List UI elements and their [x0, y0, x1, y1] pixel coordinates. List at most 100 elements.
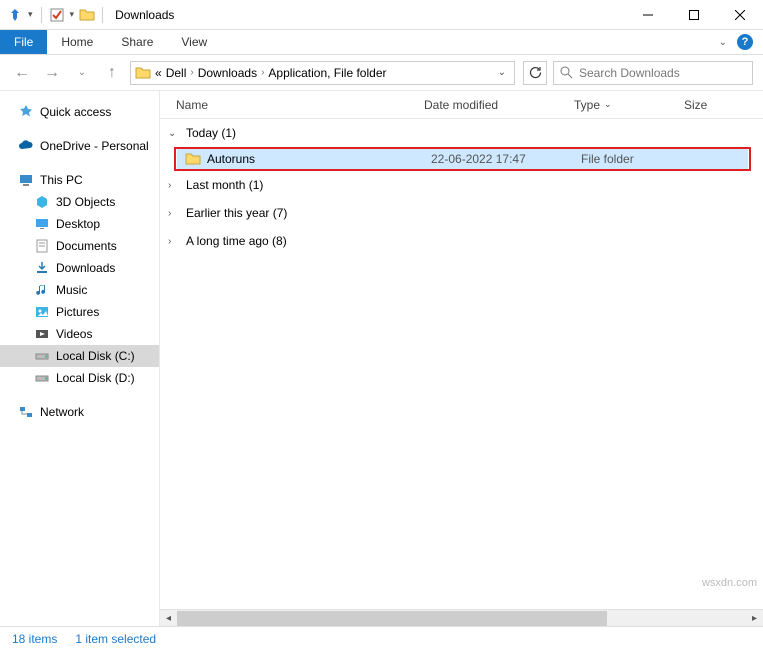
tab-file[interactable]: File [0, 30, 47, 54]
sidebar-item-onedrive[interactable]: OneDrive - Personal [0, 135, 159, 157]
tab-home[interactable]: Home [47, 30, 107, 54]
forward-button[interactable]: → [40, 61, 64, 85]
cube-icon [34, 194, 50, 210]
column-header-name[interactable]: Name [176, 91, 424, 118]
close-button[interactable] [717, 0, 763, 30]
group-label: Earlier this year (7) [186, 206, 287, 220]
group-earlier-this-year[interactable]: › Earlier this year (7) [160, 199, 763, 227]
chevron-right-icon: › [168, 236, 180, 247]
qat-properties-icon[interactable] [48, 4, 66, 26]
refresh-button[interactable] [523, 61, 547, 85]
item-name: Autoruns [207, 152, 431, 166]
group-today[interactable]: ⌄ Today (1) [160, 119, 763, 147]
column-header-type[interactable]: Type⌄ [574, 91, 684, 118]
scroll-thumb[interactable] [177, 611, 607, 626]
list-item-highlight: Autoruns 22-06-2022 17:47 File folder [174, 147, 751, 171]
breadcrumb-lead[interactable]: « [155, 66, 162, 80]
up-button[interactable]: ↑ [100, 61, 124, 85]
qat-dropdown-icon[interactable]: ▾ [26, 9, 35, 20]
navigation-bar: ← → ⌄ ↑ « Dell › Downloads › Application… [0, 55, 763, 91]
minimize-button[interactable] [625, 0, 671, 30]
sidebar-item-label: Local Disk (C:) [56, 349, 135, 363]
group-long-time-ago[interactable]: › A long time ago (8) [160, 227, 763, 255]
list-item[interactable]: Autoruns 22-06-2022 17:47 File folder [177, 149, 748, 169]
sidebar-item-this-pc[interactable]: This PC [0, 169, 159, 191]
chevron-right-icon[interactable]: › [261, 67, 264, 78]
title-bar: ▾ ▾ Downloads [0, 0, 763, 30]
group-label: Today (1) [186, 126, 236, 140]
search-icon [560, 66, 573, 79]
address-folder-icon [135, 65, 151, 81]
chevron-right-icon[interactable]: › [190, 67, 193, 78]
pc-icon [18, 172, 34, 188]
chevron-down-icon: ⌄ [604, 99, 612, 110]
sidebar-item-music[interactable]: Music [0, 279, 159, 301]
desktop-icon [34, 216, 50, 232]
sidebar-item-label: OneDrive - Personal [40, 139, 149, 153]
search-input[interactable]: Search Downloads [553, 61, 753, 85]
music-icon [34, 282, 50, 298]
recent-dropdown-icon[interactable]: ⌄ [70, 61, 94, 85]
star-icon [18, 104, 34, 120]
horizontal-scrollbar[interactable]: ◂ ▸ [160, 609, 763, 626]
chevron-right-icon: › [168, 208, 180, 219]
sidebar-item-label: This PC [40, 173, 83, 187]
sidebar-item-disk-c[interactable]: Local Disk (C:) [0, 345, 159, 367]
item-date: 22-06-2022 17:47 [431, 152, 581, 166]
sidebar-item-label: Videos [56, 327, 92, 341]
sidebar-item-downloads[interactable]: Downloads [0, 257, 159, 279]
address-bar[interactable]: « Dell › Downloads › Application, File f… [130, 61, 515, 85]
breadcrumb-application[interactable]: Application, File folder [268, 66, 386, 80]
drive-icon [34, 348, 50, 364]
sidebar-item-pictures[interactable]: Pictures [0, 301, 159, 323]
folder-icon [185, 151, 201, 167]
sidebar-item-label: 3D Objects [56, 195, 115, 209]
breadcrumb-downloads[interactable]: Downloads [198, 66, 257, 80]
group-last-month[interactable]: › Last month (1) [160, 171, 763, 199]
chevron-down-icon: ⌄ [168, 128, 180, 139]
sidebar-item-documents[interactable]: Documents [0, 235, 159, 257]
column-headers: Name Date modified Type⌄ Size [160, 91, 763, 119]
status-item-count: 18 items [12, 632, 57, 646]
sidebar-item-quick-access[interactable]: Quick access [0, 101, 159, 123]
column-header-size[interactable]: Size [684, 91, 763, 118]
content-pane: Name Date modified Type⌄ Size ⌄ Today (1… [160, 91, 763, 626]
cloud-icon [18, 138, 34, 154]
sidebar-item-desktop[interactable]: Desktop [0, 213, 159, 235]
qat-pin-icon[interactable] [6, 4, 24, 26]
scroll-left-icon[interactable]: ◂ [160, 610, 177, 627]
status-selected-count: 1 item selected [75, 632, 156, 646]
breadcrumb-dell[interactable]: Dell [166, 66, 187, 80]
scroll-right-icon[interactable]: ▸ [746, 610, 763, 627]
tab-view[interactable]: View [167, 30, 221, 54]
item-type: File folder [581, 152, 691, 166]
sidebar-item-disk-d[interactable]: Local Disk (D:) [0, 367, 159, 389]
status-bar: 18 items 1 item selected [0, 626, 763, 650]
navigation-pane: Quick access OneDrive - Personal This PC… [0, 91, 160, 626]
download-icon [34, 260, 50, 276]
back-button[interactable]: ← [10, 61, 34, 85]
ribbon-expand-icon[interactable]: ⌄ [719, 37, 727, 48]
maximize-button[interactable] [671, 0, 717, 30]
video-icon [34, 326, 50, 342]
qat-dropdown2-icon[interactable]: ▾ [68, 9, 77, 20]
sidebar-item-network[interactable]: Network [0, 401, 159, 423]
network-icon [18, 404, 34, 420]
sidebar-item-3d-objects[interactable]: 3D Objects [0, 191, 159, 213]
tab-share[interactable]: Share [107, 30, 167, 54]
sidebar-item-label: Downloads [56, 261, 115, 275]
sidebar-item-label: Documents [56, 239, 117, 253]
folder-icon [78, 4, 96, 26]
help-icon[interactable]: ? [737, 34, 753, 50]
address-dropdown-icon[interactable]: ⌄ [494, 67, 510, 78]
watermark: wsxdn.com [702, 577, 757, 589]
group-label: A long time ago (8) [186, 234, 287, 248]
sidebar-item-videos[interactable]: Videos [0, 323, 159, 345]
sidebar-item-label: Desktop [56, 217, 100, 231]
sidebar-item-label: Pictures [56, 305, 99, 319]
ribbon: File Home Share View ⌄ ? [0, 30, 763, 55]
search-placeholder: Search Downloads [579, 66, 680, 80]
chevron-right-icon: › [168, 180, 180, 191]
sidebar-item-label: Quick access [40, 105, 111, 119]
column-header-date[interactable]: Date modified [424, 91, 574, 118]
